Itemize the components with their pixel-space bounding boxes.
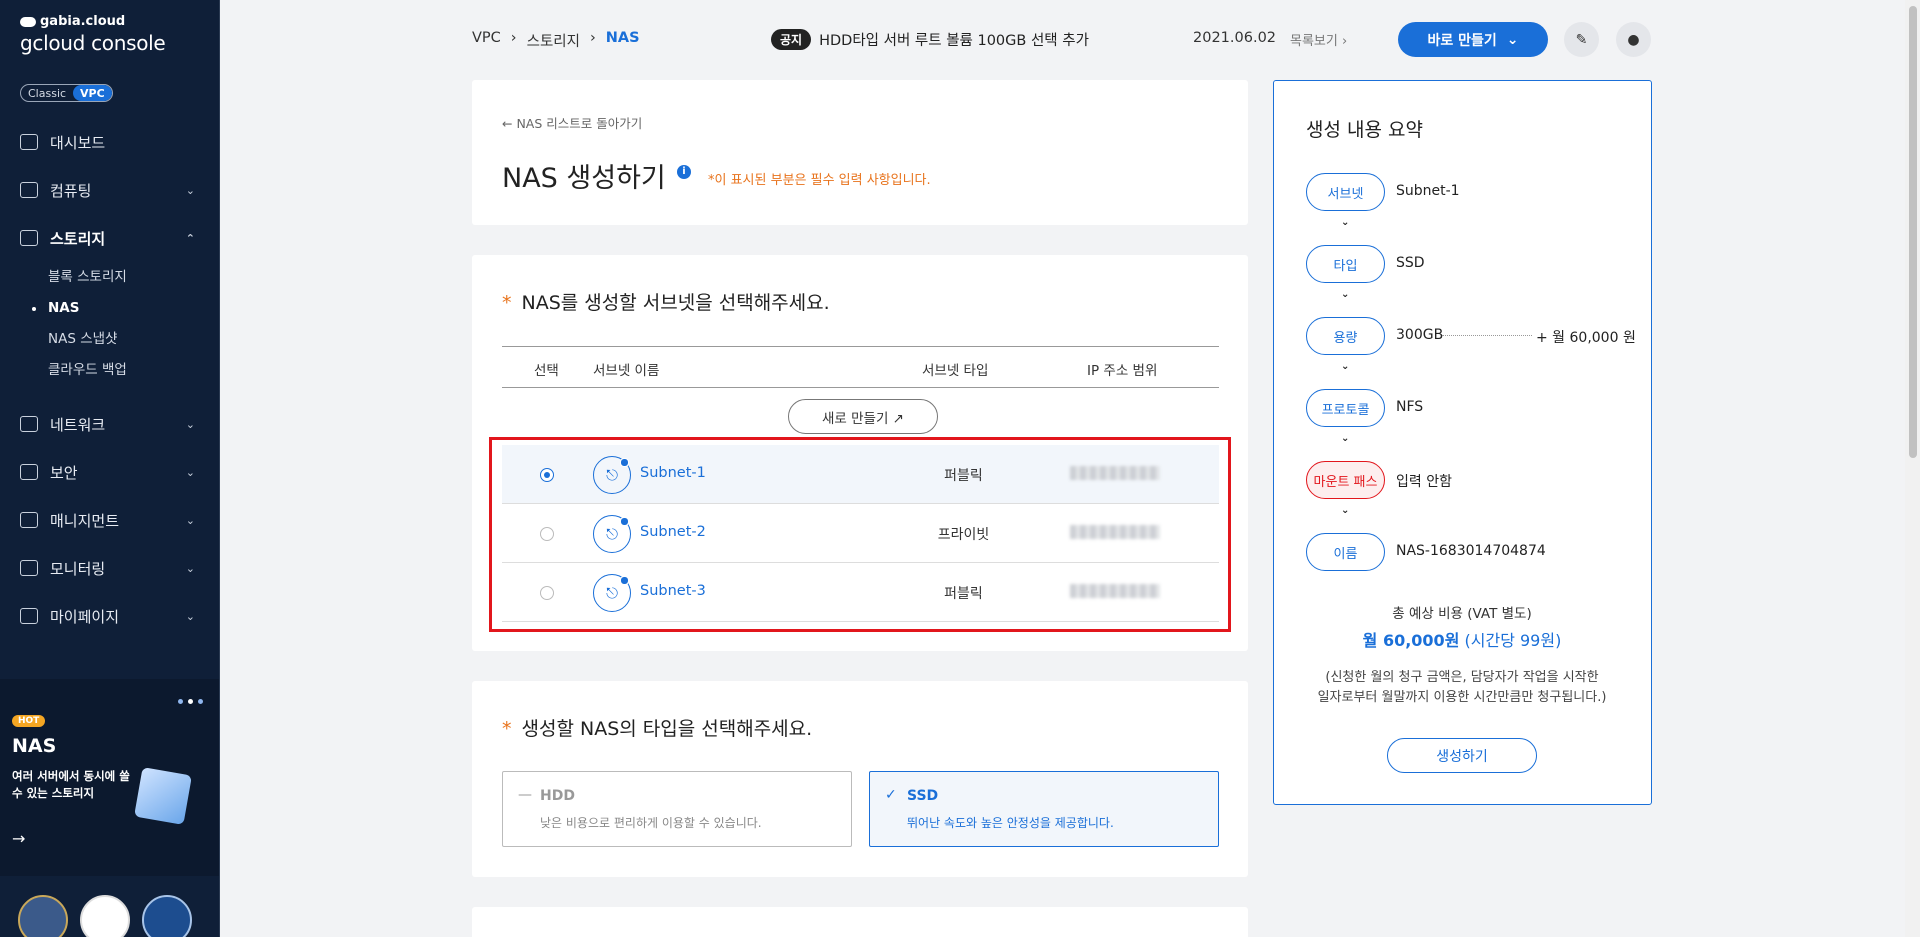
cloud-icon [20, 16, 36, 27]
carousel-dots[interactable] [178, 699, 203, 704]
chevron-down-icon: ⌄ [1341, 217, 1350, 228]
monitor-icon [20, 560, 38, 576]
required-note: *이 표시된 부분은 필수 입력 사항입니다. [708, 173, 931, 188]
storage-icon [20, 230, 38, 246]
chevron-down-icon: ⌄ [1506, 31, 1519, 48]
sidebar-sub-cloud-backup[interactable]: 클라우드 백업 [48, 355, 219, 386]
storage-submenu: 블록 스토리지 NAS NAS 스냅샷 클라우드 백업 [0, 262, 219, 386]
logo[interactable]: gabia.cloud gcloud console [20, 14, 166, 55]
sidebar-sub-block-storage[interactable]: 블록 스토리지 [48, 262, 219, 293]
notice-date: 2021.06.02 [1193, 30, 1277, 46]
chip-icon [20, 182, 38, 198]
sidebar-item-mypage[interactable]: 마이페이지 ⌄ [0, 592, 219, 640]
sidebar-item-network[interactable]: 네트워크 ⌄ [0, 400, 219, 448]
type-section-title: * 생성할 NAS의 타입을 선택해주세요. [502, 718, 813, 740]
console-toggle[interactable]: Classic VPC [20, 84, 113, 102]
chevron-up-icon: ⌃ [185, 231, 195, 245]
user-icon [20, 608, 38, 624]
create-button[interactable]: 생성하기 [1387, 738, 1537, 773]
sidebar-sub-nas-snapshot[interactable]: NAS 스냅샷 [48, 324, 219, 355]
sidebar-item-monitoring[interactable]: 모니터링 ⌄ [0, 544, 219, 592]
summary-title: 생성 내용 요약 [1306, 119, 1423, 141]
header-card: ← NAS 리스트로 돌아가기 NAS 생성하기 i *이 표시된 부분은 필수… [472, 80, 1248, 225]
sidebar-item-security[interactable]: 보안 ⌄ [0, 448, 219, 496]
shield-icon [20, 464, 38, 480]
list-view-link[interactable]: 목록보기 › [1290, 30, 1347, 49]
network-icon [20, 416, 38, 432]
hot-badge: HOT [12, 715, 46, 727]
chevron-down-icon: ⌄ [185, 465, 195, 479]
sidebar-item-storage[interactable]: 스토리지 ⌃ [0, 214, 219, 262]
chevron-down-icon: ⌄ [1341, 433, 1350, 444]
promo-banner[interactable]: HOT NAS 여러 서버에서 동시에 쓸 수 있는 스토리지 → [0, 679, 219, 876]
sidebar: gabia.cloud gcloud console Classic VPC 대… [0, 0, 219, 937]
chevron-down-icon: ⌄ [1341, 361, 1350, 372]
breadcrumb-nas: NAS [605, 30, 640, 46]
summary-step-capacity: 용량 300GB + 월 60,000 원 [1306, 317, 1636, 355]
cert-badges [18, 895, 192, 937]
minus-icon: — [518, 787, 532, 803]
summary-panel: 생성 내용 요약 서브넷 Subnet-1 ⌄ 타입 SSD ⌄ 용량 300G… [1273, 80, 1652, 805]
sidebar-item-computing[interactable]: 컴퓨팅 ⌄ [0, 166, 219, 214]
subnet-card: * NAS를 생성할 서브넷을 선택해주세요. 선택 서브넷 이름 서브넷 타입 … [472, 255, 1248, 651]
notice[interactable]: 공지 HDD타입 서버 루트 볼륨 100GB 선택 추가 [771, 29, 1089, 50]
chevron-down-icon: ⌄ [185, 417, 195, 431]
check-icon: ✓ [885, 787, 897, 803]
next-card [472, 907, 1248, 937]
sidebar-item-dashboard[interactable]: 대시보드 [0, 118, 219, 166]
breadcrumb: VPC › 스토리지 › NAS [472, 30, 640, 51]
info-icon[interactable]: i [677, 165, 691, 179]
back-link[interactable]: ← NAS 리스트로 돌아가기 [502, 113, 642, 132]
arrow-right-icon[interactable]: → [12, 829, 25, 848]
breadcrumb-storage[interactable]: 스토리지 [527, 30, 580, 51]
dashboard-icon [20, 134, 38, 150]
cloud-service-badge-icon [80, 895, 130, 937]
chevron-down-icon: ⌄ [185, 609, 195, 623]
cert-badge-icon [18, 895, 68, 937]
sidebar-divider [219, 0, 220, 937]
chevron-down-icon: ⌄ [185, 561, 195, 575]
chevron-down-icon: ⌄ [185, 183, 195, 197]
management-icon [20, 512, 38, 528]
vpc-toggle[interactable]: VPC [73, 85, 112, 101]
quick-create-button[interactable]: 바로 만들기 ⌄ [1398, 22, 1548, 57]
breadcrumb-vpc[interactable]: VPC [472, 30, 501, 51]
type-option-ssd[interactable]: ✓ SSD 뛰어난 속도와 높은 안정성을 제공합니다. [869, 771, 1219, 847]
highlight-box [489, 437, 1231, 632]
page-title: NAS 생성하기 [502, 163, 666, 194]
sidebar-nav: 대시보드 컴퓨팅 ⌄ 스토리지 ⌃ 블록 스토리지 NAS NAS 스냅샷 클라우드… [0, 118, 219, 640]
chevron-down-icon: ⌄ [1341, 289, 1350, 300]
chevron-down-icon: ⌄ [1341, 505, 1350, 516]
type-card: * 생성할 NAS의 타입을 선택해주세요. — HDD 낮은 비용으로 편리하게… [472, 681, 1248, 877]
chevron-down-icon: ⌄ [185, 513, 195, 527]
csap-badge-icon [142, 895, 192, 937]
classic-toggle[interactable]: Classic [21, 85, 73, 101]
chat-icon[interactable]: ✎ [1564, 22, 1599, 57]
notice-text[interactable]: HDD타입 서버 루트 볼륨 100GB 선택 추가 [819, 29, 1089, 50]
notice-tag: 공지 [771, 29, 812, 50]
new-subnet-button[interactable]: 새로 만들기 ↗ [788, 399, 938, 434]
total-label: 총 예상 비용 (VAT 별도) [1392, 606, 1532, 622]
type-option-hdd[interactable]: — HDD 낮은 비용으로 편리하게 이용할 수 있습니다. [502, 771, 852, 847]
subnet-table-header: 선택 서브넷 이름 서브넷 타입 IP 주소 범위 [502, 346, 1219, 388]
subnet-section-title: * NAS를 생성할 서브넷을 선택해주세요. [502, 292, 830, 314]
profile-icon[interactable]: ● [1616, 22, 1651, 57]
total-price: 월 60,000원 (시간당 99원) [1362, 631, 1562, 650]
billing-note: (신청한 월의 청구 금액은, 담당자가 작업을 시작한 일자로부터 월말까지 … [1317, 670, 1607, 705]
sidebar-item-management[interactable]: 매니지먼트 ⌄ [0, 496, 219, 544]
promo-desc: 여러 서버에서 동시에 쓸 수 있는 스토리지 [12, 769, 130, 800]
promo-title: NAS [12, 735, 57, 757]
nas-box-icon [134, 767, 192, 825]
scroll-thumb[interactable] [1909, 6, 1917, 458]
sidebar-sub-nas[interactable]: NAS [32, 293, 219, 324]
scrollbar[interactable] [1905, 0, 1920, 937]
